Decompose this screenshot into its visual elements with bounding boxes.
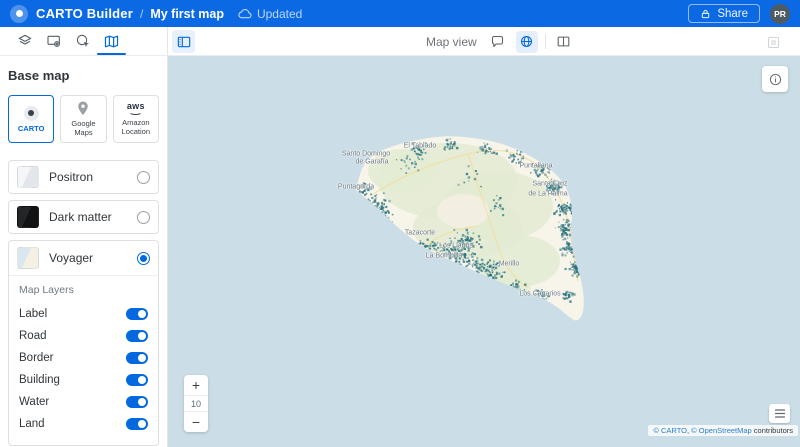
collapse-panel-button[interactable]	[172, 30, 195, 53]
carto-provider-icon	[23, 105, 39, 121]
share-button[interactable]: Share	[688, 4, 760, 23]
aws-logo-icon: aws	[127, 102, 145, 115]
save-status: Updated	[238, 7, 302, 21]
map-column: Map view El Tablado Santo Domingo de Gar…	[168, 27, 800, 447]
layer-row-road: Road	[19, 327, 148, 345]
breadcrumb-separator: /	[139, 6, 144, 21]
carto-attribution-link[interactable]: © CARTO	[653, 426, 687, 435]
dark-matter-thumbnail	[17, 206, 39, 228]
voyager-thumbnail	[17, 247, 39, 269]
user-avatar[interactable]: PR	[770, 3, 790, 24]
save-status-label: Updated	[256, 6, 303, 21]
view-controls: Map view	[426, 27, 575, 56]
layer-row-label: Label	[19, 305, 148, 323]
map-pin-icon	[78, 101, 89, 115]
basemap-globe-icon	[521, 35, 533, 48]
layer-row-border: Border	[19, 349, 148, 367]
tooltip-button[interactable]	[487, 31, 509, 53]
basemap-icon	[104, 35, 119, 47]
tab-basemap[interactable]	[97, 27, 126, 55]
provider-label: CARTO	[17, 123, 45, 133]
interactions-icon	[76, 34, 89, 47]
building-toggle[interactable]	[126, 374, 148, 386]
border-toggle[interactable]	[126, 352, 148, 364]
map-attribution: © CARTO, © OpenStreetMap contributors	[648, 425, 798, 436]
info-button[interactable]	[762, 66, 788, 92]
map-layers-title: Map Layers	[19, 284, 74, 296]
provider-carto[interactable]: CARTO	[8, 95, 55, 143]
provider-google-maps[interactable]: Google Maps	[60, 95, 107, 143]
toolbar-divider	[544, 34, 546, 49]
osm-attribution-link[interactable]: © OpenStreetMap	[691, 426, 752, 435]
split-view-icon	[557, 36, 570, 47]
zoom-level: 10	[184, 395, 208, 412]
legend-list-icon	[774, 409, 785, 418]
voyager-radio[interactable]	[137, 251, 150, 265]
zoom-out-button[interactable]: −	[184, 412, 208, 432]
map-view-label: Map view	[426, 34, 477, 49]
carto-logo[interactable]	[10, 4, 28, 23]
layer-row-water: Water	[19, 393, 148, 411]
map-canvas[interactable]: El Tablado Santo Domingo de Garafía Puntago…	[168, 56, 800, 447]
label-toggle[interactable]	[126, 308, 148, 320]
basemap-render	[168, 56, 798, 447]
style-dark-matter[interactable]: Dark matter	[8, 200, 159, 234]
basemap-view-button[interactable]	[515, 30, 538, 53]
zoom-control: + 10 −	[184, 375, 208, 432]
layer-row-building: Building	[19, 371, 148, 389]
tab-data[interactable]	[39, 27, 68, 55]
panel-tabbar	[0, 27, 167, 56]
tab-interactions[interactable]	[68, 27, 97, 55]
layers-icon	[18, 34, 31, 45]
style-voyager[interactable]: Voyager	[9, 241, 158, 275]
map-layers-section: Map Layers Label Road Border Building Wa…	[9, 275, 158, 445]
app-title: CARTO Builder	[36, 6, 133, 21]
fullscreen-icon	[767, 36, 779, 48]
provider-label: Amazon Location	[121, 118, 150, 136]
cloud-icon	[238, 9, 252, 19]
basemap-providers: CARTO Google Maps aws Amazon Location	[8, 95, 159, 143]
land-toggle[interactable]	[126, 418, 148, 430]
positron-thumbnail	[17, 166, 39, 188]
legend-button[interactable]	[769, 404, 790, 423]
style-label: Dark matter	[49, 210, 112, 224]
app-header: CARTO Builder / My first map Updated Sha…	[0, 0, 800, 27]
basemap-panel: Base map CARTO Google Maps aws Amazon Lo…	[0, 56, 167, 447]
share-label: Share	[717, 7, 748, 20]
lock-icon	[702, 9, 710, 18]
style-label: Voyager	[49, 251, 94, 265]
split-view-button[interactable]	[553, 31, 575, 53]
dark-matter-radio[interactable]	[137, 210, 150, 224]
water-toggle[interactable]	[126, 396, 148, 408]
fullscreen-button[interactable]	[762, 31, 784, 53]
left-panel: Base map CARTO Google Maps aws Amazon Lo…	[0, 27, 168, 447]
carto-builder-app: CARTO Builder / My first map Updated Sha…	[0, 0, 800, 447]
road-toggle[interactable]	[126, 330, 148, 342]
style-positron[interactable]: Positron	[8, 160, 159, 194]
provider-amazon-location[interactable]: aws Amazon Location	[112, 95, 159, 143]
provider-label: Google Maps	[71, 119, 96, 137]
style-label: Positron	[49, 170, 94, 184]
map-title[interactable]: My first map	[150, 7, 224, 21]
map-toolbar: Map view	[168, 27, 800, 56]
panel-title: Base map	[8, 68, 70, 83]
layer-row-land: Land	[19, 415, 148, 433]
tab-layers[interactable]	[10, 27, 39, 55]
data-icon	[46, 35, 60, 47]
collapse-panel-icon	[177, 36, 190, 47]
positron-radio[interactable]	[137, 170, 150, 184]
style-voyager-group: Voyager Map Layers Label Road Border Bui…	[8, 240, 159, 446]
tooltip-icon	[492, 35, 504, 48]
zoom-in-button[interactable]: +	[184, 375, 208, 395]
info-icon	[769, 73, 781, 85]
